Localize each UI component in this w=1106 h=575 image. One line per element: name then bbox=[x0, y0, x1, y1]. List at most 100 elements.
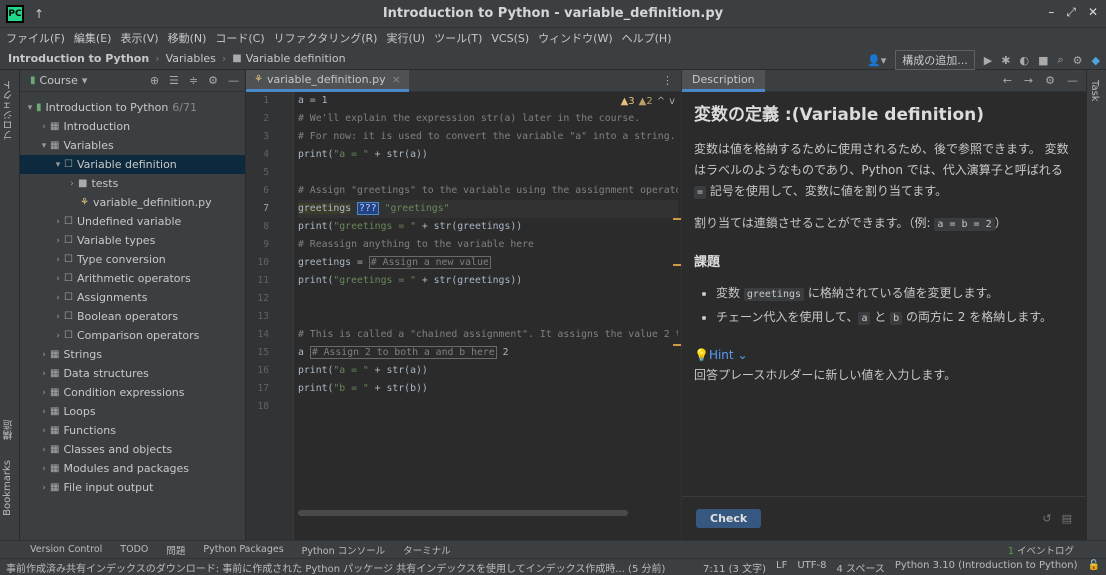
tree-item-functions[interactable]: › ▦ Functions bbox=[20, 421, 245, 440]
tree-item-variable-definition[interactable]: ▾ ☐ Variable definition bbox=[20, 155, 245, 174]
chevron-right-icon[interactable]: › bbox=[66, 179, 78, 189]
forward-arrow-icon[interactable]: → bbox=[1024, 74, 1033, 87]
interpreter-selector[interactable]: Python 3.10 (Introduction to Python) bbox=[895, 560, 1078, 575]
tree-item-undefined-variable[interactable]: › ☐ Undefined variable bbox=[20, 212, 245, 231]
tree-root[interactable]: ▾ ▮ Introduction to Python 6/71 bbox=[20, 98, 245, 117]
chevron-right-icon[interactable]: › bbox=[38, 426, 50, 436]
caret-position[interactable]: 7:11 (3 文字) bbox=[703, 560, 766, 575]
chevron-right-icon[interactable]: › bbox=[52, 312, 64, 322]
tree-item-assignments[interactable]: › ☐ Assignments bbox=[20, 288, 245, 307]
tree-item-strings[interactable]: › ▦ Strings bbox=[20, 345, 245, 364]
horizontal-scrollbar[interactable] bbox=[298, 510, 628, 516]
tree-item-variable-types[interactable]: › ☐ Variable types bbox=[20, 231, 245, 250]
breadcrumb-project[interactable]: Introduction to Python bbox=[8, 52, 149, 65]
structure-tool-tab[interactable]: 構造 bbox=[2, 420, 17, 440]
chevron-down-icon[interactable]: ▾ bbox=[52, 160, 64, 170]
event-log-tab[interactable]: 1 イベントログ bbox=[1008, 543, 1074, 557]
bookmarks-tool-tab[interactable]: Bookmarks bbox=[2, 460, 13, 516]
chevron-down-icon[interactable]: ▾ bbox=[24, 103, 36, 113]
answer-placeholder[interactable]: # Assign 2 to both a and b here bbox=[309, 346, 497, 359]
course-dropdown[interactable]: Course bbox=[40, 74, 78, 87]
chevron-right-icon[interactable]: › bbox=[38, 122, 50, 132]
more-icon[interactable]: ⋮ bbox=[662, 74, 673, 87]
todo-tab[interactable]: TODO bbox=[120, 544, 148, 555]
project-tool-tab[interactable]: プロジェクト bbox=[2, 80, 17, 140]
chevron-right-icon[interactable]: › bbox=[52, 331, 64, 341]
gear-icon[interactable]: ⚙ bbox=[1045, 74, 1055, 87]
error-stripe-marker[interactable] bbox=[673, 264, 681, 266]
user-icon[interactable]: 👤▾ bbox=[867, 54, 886, 67]
back-arrow-icon[interactable]: ← bbox=[1003, 74, 1012, 87]
locate-icon[interactable]: ⊕ bbox=[150, 74, 159, 87]
gear-icon[interactable]: ⚙ bbox=[208, 74, 218, 87]
terminal-tab[interactable]: ターミナル bbox=[403, 543, 451, 557]
menu-refactor[interactable]: リファクタリング(R) bbox=[274, 30, 378, 46]
stop-icon[interactable]: ■ bbox=[1038, 54, 1048, 67]
menu-edit[interactable]: 編集(E) bbox=[74, 30, 112, 46]
lock-icon[interactable]: 🔓 bbox=[1088, 560, 1100, 575]
plugin-icon[interactable]: ◆ bbox=[1092, 54, 1100, 67]
answer-placeholder[interactable]: # Assign a new value bbox=[368, 256, 491, 269]
tree-item-classes-and-objects[interactable]: › ▦ Classes and objects bbox=[20, 440, 245, 459]
chevron-right-icon[interactable]: › bbox=[52, 236, 64, 246]
chevron-right-icon[interactable]: › bbox=[52, 293, 64, 303]
menu-help[interactable]: ヘルプ(H) bbox=[622, 30, 672, 46]
tree-item-introduction[interactable]: › ▦ Introduction bbox=[20, 117, 245, 136]
collapse-all-icon[interactable]: ☰ bbox=[169, 74, 179, 87]
menu-run[interactable]: 実行(U) bbox=[386, 30, 425, 46]
close-button[interactable]: ✕ bbox=[1088, 5, 1098, 20]
check-button[interactable]: Check bbox=[696, 509, 762, 528]
gear-icon[interactable]: ⚙ bbox=[1073, 54, 1083, 67]
menu-file[interactable]: ファイル(F) bbox=[6, 30, 65, 46]
error-stripe-marker[interactable] bbox=[673, 218, 681, 220]
chevron-down-icon[interactable]: ▾ bbox=[82, 74, 88, 87]
menu-window[interactable]: ウィンドウ(W) bbox=[538, 30, 612, 46]
problems-tab[interactable]: 問題 bbox=[166, 543, 185, 557]
tree-item-data-structures[interactable]: › ▦ Data structures bbox=[20, 364, 245, 383]
breadcrumb-task[interactable]: Variable definition bbox=[246, 52, 346, 65]
tree-item-condition-expressions[interactable]: › ▦ Condition expressions bbox=[20, 383, 245, 402]
file-encoding[interactable]: UTF-8 bbox=[797, 560, 826, 575]
tree-item-tests[interactable]: › ■ tests bbox=[20, 174, 245, 193]
menu-tools[interactable]: ツール(T) bbox=[434, 30, 482, 46]
status-message[interactable]: 事前作成済み共有インデックスのダウンロード: 事前に作成された Python パ… bbox=[6, 560, 665, 575]
task-tool-tab[interactable]: Task bbox=[1089, 80, 1100, 102]
python-console-tab[interactable]: Python コンソール bbox=[302, 543, 385, 557]
chevron-right-icon[interactable]: › bbox=[52, 274, 64, 284]
menu-navigate[interactable]: 移動(N) bbox=[168, 30, 207, 46]
arrow-up-icon[interactable]: ↑ bbox=[34, 7, 44, 21]
version-control-tab[interactable]: Version Control bbox=[30, 544, 102, 555]
minimize-button[interactable]: – bbox=[1048, 5, 1054, 20]
hide-icon[interactable]: — bbox=[228, 74, 239, 87]
chevron-right-icon[interactable]: › bbox=[38, 445, 50, 455]
reset-icon[interactable]: ↺ bbox=[1042, 512, 1051, 525]
chevron-right-icon[interactable]: › bbox=[52, 255, 64, 265]
tree-item-type-conversion[interactable]: › ☐ Type conversion bbox=[20, 250, 245, 269]
expand-icon[interactable]: ≑ bbox=[189, 74, 198, 87]
answer-placeholder[interactable]: ??? bbox=[357, 202, 379, 215]
chevron-right-icon[interactable]: › bbox=[52, 217, 64, 227]
tree-item-modules-and-packages[interactable]: › ▦ Modules and packages bbox=[20, 459, 245, 478]
maximize-button[interactable]: ⤢ bbox=[1066, 5, 1076, 20]
search-icon[interactable]: ⌕ bbox=[1057, 53, 1063, 67]
run-icon[interactable]: ▶ bbox=[984, 54, 992, 67]
description-tab[interactable]: Description bbox=[682, 69, 765, 92]
editor-tab[interactable]: ⚘ variable_definition.py × bbox=[246, 69, 409, 92]
run-configuration-button[interactable]: 構成の追加... bbox=[895, 50, 975, 70]
tree-item-comparison-operators[interactable]: › ☐ Comparison operators bbox=[20, 326, 245, 345]
tree-item-boolean-operators[interactable]: › ☐ Boolean operators bbox=[20, 307, 245, 326]
breadcrumb-lesson[interactable]: Variables bbox=[166, 52, 216, 65]
hide-icon[interactable]: — bbox=[1067, 74, 1078, 87]
tree-item-loops[interactable]: › ▦ Loops bbox=[20, 402, 245, 421]
chevron-right-icon[interactable]: › bbox=[38, 388, 50, 398]
chevron-down-icon[interactable]: ▾ bbox=[38, 141, 50, 151]
python-packages-tab[interactable]: Python Packages bbox=[203, 544, 283, 555]
line-separator[interactable]: LF bbox=[776, 560, 787, 575]
tree-item-arithmetic-operators[interactable]: › ☐ Arithmetic operators bbox=[20, 269, 245, 288]
debug-icon[interactable]: ✱ bbox=[1001, 54, 1010, 67]
chevron-right-icon[interactable]: › bbox=[38, 407, 50, 417]
menu-view[interactable]: 表示(V) bbox=[120, 30, 158, 46]
close-icon[interactable]: × bbox=[392, 73, 401, 86]
hint-toggle[interactable]: 💡Hint ⌄ bbox=[694, 348, 1074, 362]
error-stripe-marker[interactable] bbox=[673, 344, 681, 346]
